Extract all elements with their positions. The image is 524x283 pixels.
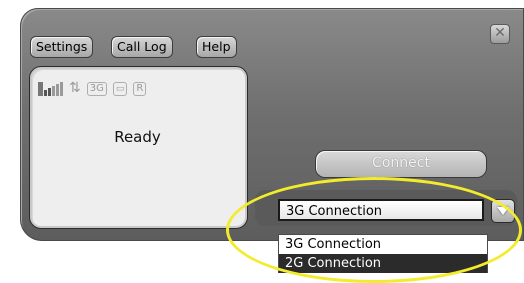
sim-card-icon: ▭ [112, 82, 128, 96]
call-log-button[interactable]: Call Log [111, 36, 173, 58]
roaming-badge: R [133, 82, 147, 96]
connection-dropdown-list: 3G Connection 2G Connection [278, 234, 488, 273]
chevron-down-icon[interactable] [491, 199, 515, 223]
settings-button[interactable]: Settings [30, 36, 94, 58]
close-icon[interactable]: ✕ [490, 24, 510, 44]
signal-bars-icon [38, 80, 63, 96]
up-down-arrows-icon: ⇅ [69, 80, 81, 96]
connection-select[interactable]: 3G Connection [278, 199, 484, 221]
help-button[interactable]: Help [196, 36, 237, 58]
network-type-badge: 3G [86, 82, 107, 96]
dropdown-option-2g[interactable]: 2G Connection [279, 254, 487, 273]
status-text: Ready [114, 128, 161, 146]
connect-button[interactable]: Connect [315, 150, 487, 178]
status-indicators: ⇅ 3G ▭ R [38, 78, 147, 96]
dropdown-option-3g[interactable]: 3G Connection [279, 235, 487, 254]
